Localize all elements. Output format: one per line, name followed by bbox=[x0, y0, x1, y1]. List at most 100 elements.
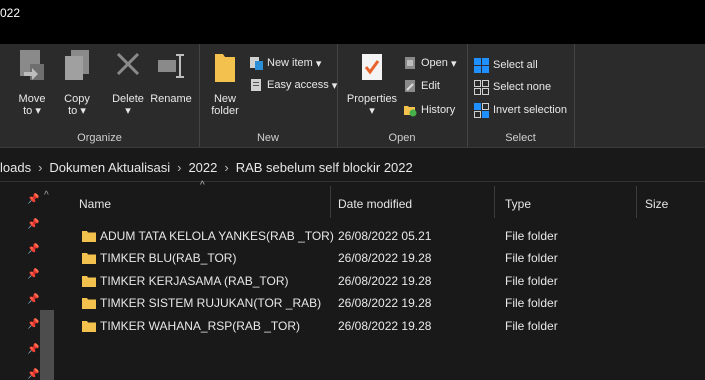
select-all-label: Select all bbox=[493, 59, 538, 71]
pin-icon[interactable]: 📌 bbox=[27, 319, 39, 330]
new-folder-label-1: New bbox=[213, 93, 236, 105]
new-item-icon bbox=[250, 57, 263, 70]
move-to-icon bbox=[20, 50, 44, 80]
file-type: File folder bbox=[505, 251, 558, 265]
file-date: 26/08/2022 05.21 bbox=[338, 229, 432, 243]
delete-button[interactable]: Delete ▾ bbox=[108, 48, 148, 117]
select-none-button[interactable]: Select none bbox=[474, 78, 551, 96]
nav-scrollbar[interactable] bbox=[40, 310, 54, 380]
new-item-label: New item bbox=[267, 57, 313, 69]
ribbon: Move to ▾ Copy to ▾ Delete ▾ Rename Orga… bbox=[0, 44, 705, 148]
edit-button[interactable]: Edit bbox=[403, 77, 440, 95]
column-header-type-label: Type bbox=[505, 197, 532, 211]
open-icon bbox=[405, 57, 415, 69]
chevron-down-icon: ▾ bbox=[447, 57, 457, 70]
pin-icon[interactable]: 📌 bbox=[27, 244, 39, 255]
list-item[interactable]: ADUM TATA KELOLA YANKES(RAB _TOR) 26/08/… bbox=[62, 225, 705, 247]
easy-access-button[interactable]: Easy access ▾ bbox=[249, 76, 337, 94]
column-header-size[interactable]: Size bbox=[637, 182, 705, 222]
breadcrumb: loads › Dokumen Aktualisasi › 2022 › RAB sebel… bbox=[0, 160, 413, 175]
pin-icon[interactable]: 📌 bbox=[27, 219, 39, 230]
history-button[interactable]: History bbox=[403, 101, 455, 119]
pin-icon[interactable]: 📌 bbox=[27, 344, 39, 355]
pin-icon[interactable]: 📌 bbox=[27, 269, 39, 280]
list-item[interactable]: TIMKER BLU(RAB_TOR) 26/08/2022 19.28 Fil… bbox=[62, 247, 705, 269]
column-header-size-label: Size bbox=[645, 197, 669, 211]
address-bar[interactable]: loads › Dokumen Aktualisasi › 2022 › RAB sebel… bbox=[0, 153, 705, 181]
open-group: Properties ▾ Open ▾ Edit History Open bbox=[337, 44, 468, 147]
breadcrumb-item[interactable]: 2022 bbox=[188, 160, 217, 175]
file-type: File folder bbox=[505, 229, 558, 243]
folder-icon bbox=[82, 231, 96, 242]
chevron-down-icon: ▾ bbox=[32, 105, 41, 117]
pin-icon[interactable]: 📌 bbox=[27, 194, 39, 205]
organize-group-label: Organize bbox=[77, 132, 122, 144]
copy-to-label: to bbox=[68, 105, 78, 117]
sort-ascending-icon: ^ bbox=[200, 180, 205, 191]
open-label: Open bbox=[421, 57, 448, 69]
new-item-button[interactable]: New item ▾ bbox=[249, 54, 321, 72]
chevron-down-icon: ▾ bbox=[369, 105, 375, 117]
properties-button[interactable]: Properties ▾ bbox=[345, 48, 399, 117]
select-group: Select all Select none Invert selection … bbox=[467, 44, 575, 147]
easy-access-label: Easy access bbox=[267, 79, 329, 91]
file-name: ADUM TATA KELOLA YANKES(RAB _TOR) bbox=[100, 229, 334, 243]
file-type: File folder bbox=[505, 319, 558, 333]
chevron-right-icon: › bbox=[224, 160, 229, 175]
move-to-button[interactable]: Move to ▾ bbox=[12, 48, 52, 117]
column-header-name[interactable]: ^ Name bbox=[62, 180, 330, 222]
open-group-label: Open bbox=[388, 132, 416, 144]
column-header-date[interactable]: Date modified bbox=[331, 182, 494, 222]
breadcrumb-item[interactable]: Dokumen Aktualisasi bbox=[49, 160, 170, 175]
copy-label: Copy bbox=[64, 93, 90, 105]
file-date: 26/08/2022 19.28 bbox=[338, 274, 432, 288]
invert-selection-label: Invert selection bbox=[493, 104, 567, 116]
file-date: 26/08/2022 19.28 bbox=[338, 296, 432, 310]
folder-icon bbox=[82, 276, 96, 287]
chevron-up-icon[interactable]: ^ bbox=[44, 190, 49, 201]
move-to-label: to bbox=[23, 105, 33, 117]
rename-button[interactable]: Rename bbox=[150, 48, 192, 105]
folder-icon bbox=[82, 321, 96, 332]
pin-icon[interactable]: 📌 bbox=[27, 294, 39, 305]
chevron-down-icon: ▾ bbox=[77, 105, 86, 117]
copy-to-icon bbox=[65, 50, 89, 80]
breadcrumb-item[interactable]: RAB sebelum self blockir 2022 bbox=[236, 160, 413, 175]
chevron-right-icon: › bbox=[38, 160, 43, 175]
chevron-down-icon: ▾ bbox=[125, 105, 131, 117]
column-header-type[interactable]: Type bbox=[495, 182, 635, 222]
new-group: New folder New item ▾ Easy access ▾ New bbox=[199, 44, 338, 147]
properties-icon bbox=[362, 54, 382, 80]
file-type: File folder bbox=[505, 274, 558, 288]
invert-selection-icon bbox=[474, 102, 489, 118]
move-label: Move bbox=[18, 93, 46, 105]
edit-icon bbox=[405, 80, 415, 92]
history-label: History bbox=[421, 104, 456, 116]
column-header-date-label: Date modified bbox=[338, 197, 413, 211]
title-bar: 022 bbox=[0, 0, 705, 44]
chevron-down-icon: ▾ bbox=[312, 57, 322, 70]
file-list: ^ Name Date modified Type Size ADUM TATA… bbox=[62, 180, 705, 380]
list-item[interactable]: TIMKER WAHANA_RSP(RAB _TOR) 26/08/2022 1… bbox=[62, 315, 705, 337]
list-item[interactable]: TIMKER KERJASAMA (RAB_TOR) 26/08/2022 19… bbox=[62, 270, 705, 292]
file-name: TIMKER BLU(RAB_TOR) bbox=[100, 251, 237, 265]
edit-label: Edit bbox=[421, 80, 440, 92]
list-item[interactable]: TIMKER SISTEM RUJUKAN(TOR _RAB) 26/08/20… bbox=[62, 292, 705, 314]
copy-to-button[interactable]: Copy to ▾ bbox=[58, 48, 96, 117]
organize-group: Move to ▾ Copy to ▾ Delete ▾ Rename Orga… bbox=[0, 44, 200, 147]
navigation-pane: ^ 📌 📌 📌 📌 📌 📌 📌 📌 bbox=[0, 182, 58, 380]
file-type: File folder bbox=[505, 296, 558, 310]
open-button[interactable]: Open ▾ bbox=[403, 54, 457, 72]
invert-selection-button[interactable]: Invert selection bbox=[474, 101, 567, 119]
rename-icon bbox=[158, 54, 184, 78]
rename-label: Rename bbox=[150, 93, 192, 105]
select-all-button[interactable]: Select all bbox=[474, 56, 538, 74]
delete-label: Delete bbox=[112, 93, 144, 105]
select-none-icon bbox=[474, 79, 489, 95]
new-folder-label-2: folder bbox=[211, 105, 239, 117]
new-folder-button[interactable]: New folder bbox=[207, 48, 243, 117]
file-name: TIMKER KERJASAMA (RAB_TOR) bbox=[100, 274, 289, 288]
select-group-label: Select bbox=[505, 132, 536, 144]
pin-icon[interactable]: 📌 bbox=[27, 369, 39, 380]
breadcrumb-item[interactable]: loads bbox=[0, 160, 31, 175]
